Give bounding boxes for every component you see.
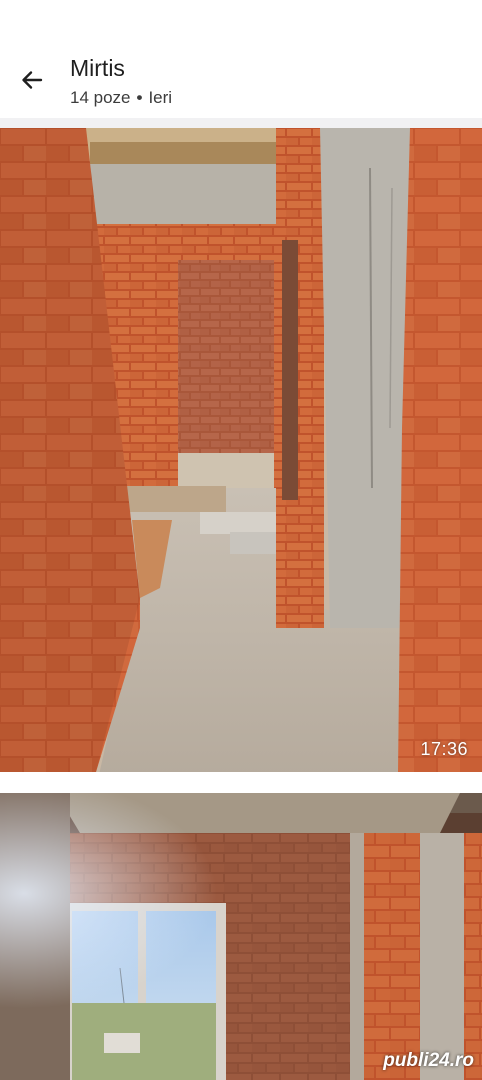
album-title: Mirtis bbox=[70, 55, 125, 81]
album-subtitle: 14 poze • Ieri bbox=[70, 88, 172, 108]
photo-gap bbox=[0, 772, 482, 793]
app-header: Mirtis 14 poze • Ieri bbox=[0, 0, 482, 118]
watermark-logo: publi24.ro bbox=[383, 1050, 474, 1071]
subtitle-separator: • bbox=[136, 88, 143, 107]
arrow-left-icon bbox=[22, 71, 43, 89]
back-button[interactable] bbox=[16, 64, 48, 96]
album-date: Ieri bbox=[148, 88, 173, 107]
photo-hallway[interactable] bbox=[0, 128, 482, 772]
room-image bbox=[0, 793, 482, 1080]
header-divider bbox=[0, 118, 482, 128]
photo-room-window[interactable] bbox=[0, 793, 482, 1080]
photo-timestamp: 17:36 bbox=[420, 739, 468, 759]
hallway-image bbox=[0, 128, 482, 772]
photo-count: 14 poze bbox=[70, 88, 131, 107]
